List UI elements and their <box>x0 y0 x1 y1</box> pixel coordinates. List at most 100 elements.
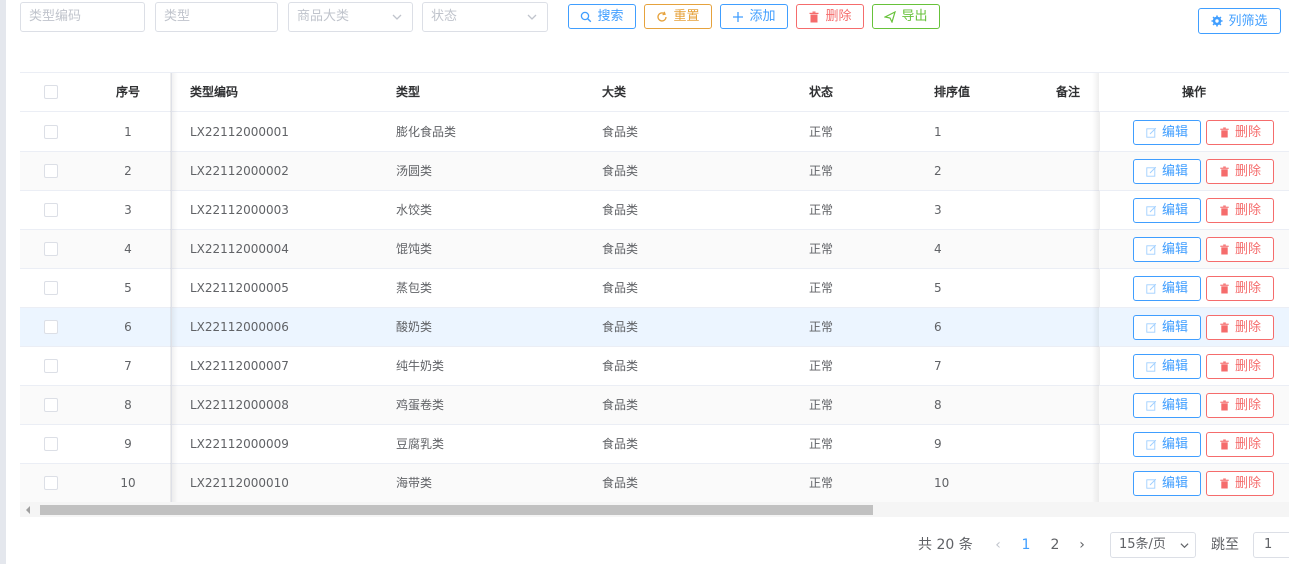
row-delete-button[interactable]: 删除 <box>1206 276 1274 301</box>
row-checkbox[interactable] <box>44 476 58 490</box>
header-status[interactable]: 状态 <box>809 73 909 112</box>
next-page-icon[interactable]: › <box>1074 532 1090 558</box>
cell-index: 5 <box>124 281 132 295</box>
cell-type: 水饺类 <box>396 203 433 217</box>
reset-button[interactable]: 重置 <box>644 4 712 29</box>
jump-page-input[interactable]: 1 <box>1253 532 1289 558</box>
trash-icon <box>1220 205 1229 216</box>
prev-page-icon[interactable]: ‹ <box>990 532 1006 558</box>
row-checkbox[interactable] <box>44 359 58 373</box>
header-type-code[interactable]: 类型编码 <box>190 73 390 112</box>
row-checkbox[interactable] <box>44 437 58 451</box>
row-delete-button[interactable]: 删除 <box>1206 120 1274 145</box>
row-delete-button[interactable]: 删除 <box>1206 159 1274 184</box>
page-1[interactable]: 1 <box>1016 532 1036 558</box>
delete-button-label: 删除 <box>1234 125 1261 140</box>
row-delete-button[interactable]: 删除 <box>1206 393 1274 418</box>
row-delete-button[interactable]: 删除 <box>1206 198 1274 223</box>
edit-button-label: 编辑 <box>1161 398 1188 413</box>
header-type[interactable]: 类型 <box>396 73 596 112</box>
select-all-checkbox[interactable] <box>44 85 58 99</box>
cell-remark <box>1056 464 1096 503</box>
edit-button[interactable]: 编辑 <box>1133 120 1201 145</box>
type-input[interactable] <box>164 3 277 30</box>
delete-button-label: 删除 <box>1234 476 1261 491</box>
edit-button[interactable]: 编辑 <box>1133 471 1201 496</box>
row-checkbox[interactable] <box>44 320 58 334</box>
cell-type-code: LX22112000003 <box>190 203 289 217</box>
actions-cell: 编辑 删除 <box>1099 347 1289 386</box>
search-button[interactable]: 搜索 <box>568 4 636 29</box>
header-index[interactable]: 序号 <box>83 73 173 112</box>
cell-status: 正常 <box>809 125 834 139</box>
delete-button-label: 删除 <box>1234 203 1261 218</box>
cell-category: 食品类 <box>602 359 639 373</box>
export-button[interactable]: 导出 <box>872 4 940 29</box>
header-remark[interactable]: 备注 <box>1056 73 1096 112</box>
row-delete-button[interactable]: 删除 <box>1206 471 1274 496</box>
cell-remark <box>1056 152 1096 191</box>
cell-status: 正常 <box>809 359 834 373</box>
row-delete-button[interactable]: 删除 <box>1206 237 1274 262</box>
edit-button[interactable]: 编辑 <box>1133 237 1201 262</box>
chevron-down-icon <box>392 14 402 20</box>
page-size-select[interactable]: 15条/页 <box>1110 532 1196 558</box>
edit-button[interactable]: 编辑 <box>1133 393 1201 418</box>
edit-icon <box>1146 439 1157 450</box>
actions-cell: 编辑 删除 <box>1099 269 1289 308</box>
header-category[interactable]: 大类 <box>602 73 782 112</box>
horizontal-scrollbar[interactable] <box>20 502 1289 517</box>
cell-type: 蒸包类 <box>396 281 433 295</box>
edit-button[interactable]: 编辑 <box>1133 276 1201 301</box>
type-field[interactable] <box>155 2 278 32</box>
cell-sort: 9 <box>934 437 942 451</box>
cell-status: 正常 <box>809 437 834 451</box>
column-filter-button[interactable]: 列筛选 <box>1198 8 1281 34</box>
edit-button[interactable]: 编辑 <box>1133 159 1201 184</box>
edit-button[interactable]: 编辑 <box>1133 315 1201 340</box>
edit-button[interactable]: 编辑 <box>1133 354 1201 379</box>
scrollbar-thumb[interactable] <box>40 505 873 515</box>
row-checkbox[interactable] <box>44 281 58 295</box>
row-checkbox[interactable] <box>44 203 58 217</box>
type-code-field[interactable] <box>20 2 145 32</box>
trash-icon <box>1220 478 1229 489</box>
edit-button-label: 编辑 <box>1161 164 1188 179</box>
row-delete-button[interactable]: 删除 <box>1206 354 1274 379</box>
cell-index: 10 <box>120 476 136 490</box>
scroll-left-arrow-icon[interactable] <box>26 506 30 514</box>
cell-type-code: LX22112000007 <box>190 359 289 373</box>
category-select[interactable]: 商品大类 <box>288 2 413 32</box>
add-button[interactable]: 添加 <box>720 4 788 29</box>
actions-cell: 编辑 删除 <box>1099 230 1289 269</box>
page-2[interactable]: 2 <box>1045 532 1065 558</box>
row-delete-button[interactable]: 删除 <box>1206 432 1274 457</box>
chevron-down-icon <box>527 14 537 20</box>
actions-cell: 编辑 删除 <box>1099 386 1289 425</box>
edit-button[interactable]: 编辑 <box>1133 432 1201 457</box>
cell-sort: 5 <box>934 281 942 295</box>
edit-icon <box>1146 283 1157 294</box>
cell-status: 正常 <box>809 320 834 334</box>
page-size-value: 15条/页 <box>1119 537 1166 552</box>
chevron-down-icon <box>1180 543 1189 549</box>
row-checkbox[interactable] <box>44 125 58 139</box>
row-checkbox[interactable] <box>44 398 58 412</box>
trash-icon <box>1220 283 1229 294</box>
row-checkbox[interactable] <box>44 242 58 256</box>
cell-category: 食品类 <box>602 437 639 451</box>
type-code-input[interactable] <box>29 3 144 30</box>
edit-button[interactable]: 编辑 <box>1133 198 1201 223</box>
search-icon <box>581 11 592 22</box>
cell-remark <box>1056 308 1096 347</box>
delete-button[interactable]: 删除 <box>796 4 864 29</box>
cell-type: 海带类 <box>396 476 433 490</box>
status-select[interactable]: 状态 <box>422 2 548 32</box>
cell-status: 正常 <box>809 281 834 295</box>
header-sort[interactable]: 排序值 <box>934 73 1034 112</box>
cell-index: 9 <box>124 437 132 451</box>
trash-icon <box>1220 127 1229 138</box>
column-filter-label: 列筛选 <box>1228 13 1268 29</box>
row-delete-button[interactable]: 删除 <box>1206 315 1274 340</box>
row-checkbox[interactable] <box>44 164 58 178</box>
